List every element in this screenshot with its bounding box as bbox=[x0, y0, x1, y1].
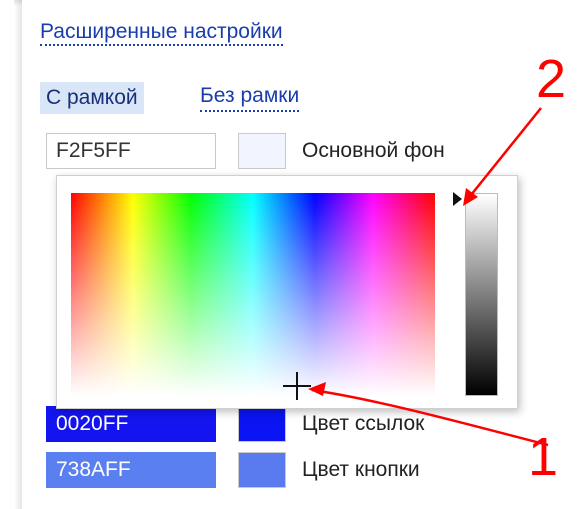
main-bg-swatch[interactable] bbox=[238, 133, 286, 169]
panel-left-shadow bbox=[14, 0, 22, 509]
button-color-hex-input[interactable] bbox=[46, 452, 216, 488]
tab-without-frame[interactable]: Без рамки bbox=[200, 82, 300, 112]
link-color-swatch[interactable] bbox=[238, 406, 286, 442]
link-color-hex-input[interactable] bbox=[46, 406, 216, 442]
link-color-label: Цвет ссылок bbox=[302, 412, 425, 435]
main-bg-hex-input[interactable] bbox=[46, 133, 216, 169]
button-color-label: Цвет кнопки bbox=[302, 458, 420, 481]
annotation-number-2: 2 bbox=[536, 49, 567, 109]
tab-with-frame[interactable]: С рамкой bbox=[40, 82, 144, 114]
button-color-swatch[interactable] bbox=[238, 452, 286, 488]
main-bg-label: Основной фон bbox=[302, 139, 445, 162]
advanced-settings-link[interactable]: Расширенные настройки bbox=[40, 20, 283, 46]
color-spectrum[interactable] bbox=[71, 193, 435, 396]
screenshot-stage: Расширенные настройки С рамкой Без рамки… bbox=[0, 0, 585, 509]
color-picker-popup bbox=[56, 175, 518, 409]
brightness-slider[interactable] bbox=[465, 193, 498, 396]
brightness-pointer-icon[interactable] bbox=[453, 192, 462, 206]
annotation-number-1: 1 bbox=[528, 427, 559, 487]
